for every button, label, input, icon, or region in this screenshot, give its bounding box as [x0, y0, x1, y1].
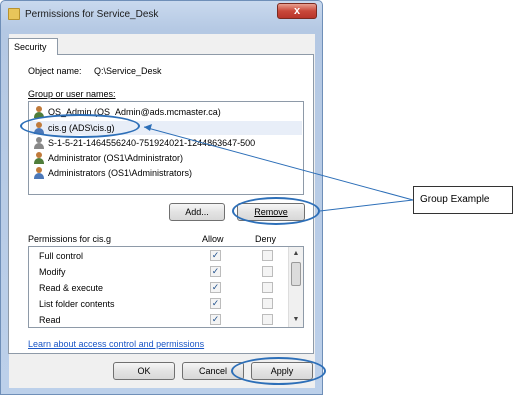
callout-line-remove [319, 199, 414, 212]
arrow-head-icon [144, 124, 152, 131]
callout-line-user [143, 126, 414, 201]
tab-security[interactable]: Security [8, 38, 58, 55]
callout-box: Group Example [413, 186, 513, 214]
